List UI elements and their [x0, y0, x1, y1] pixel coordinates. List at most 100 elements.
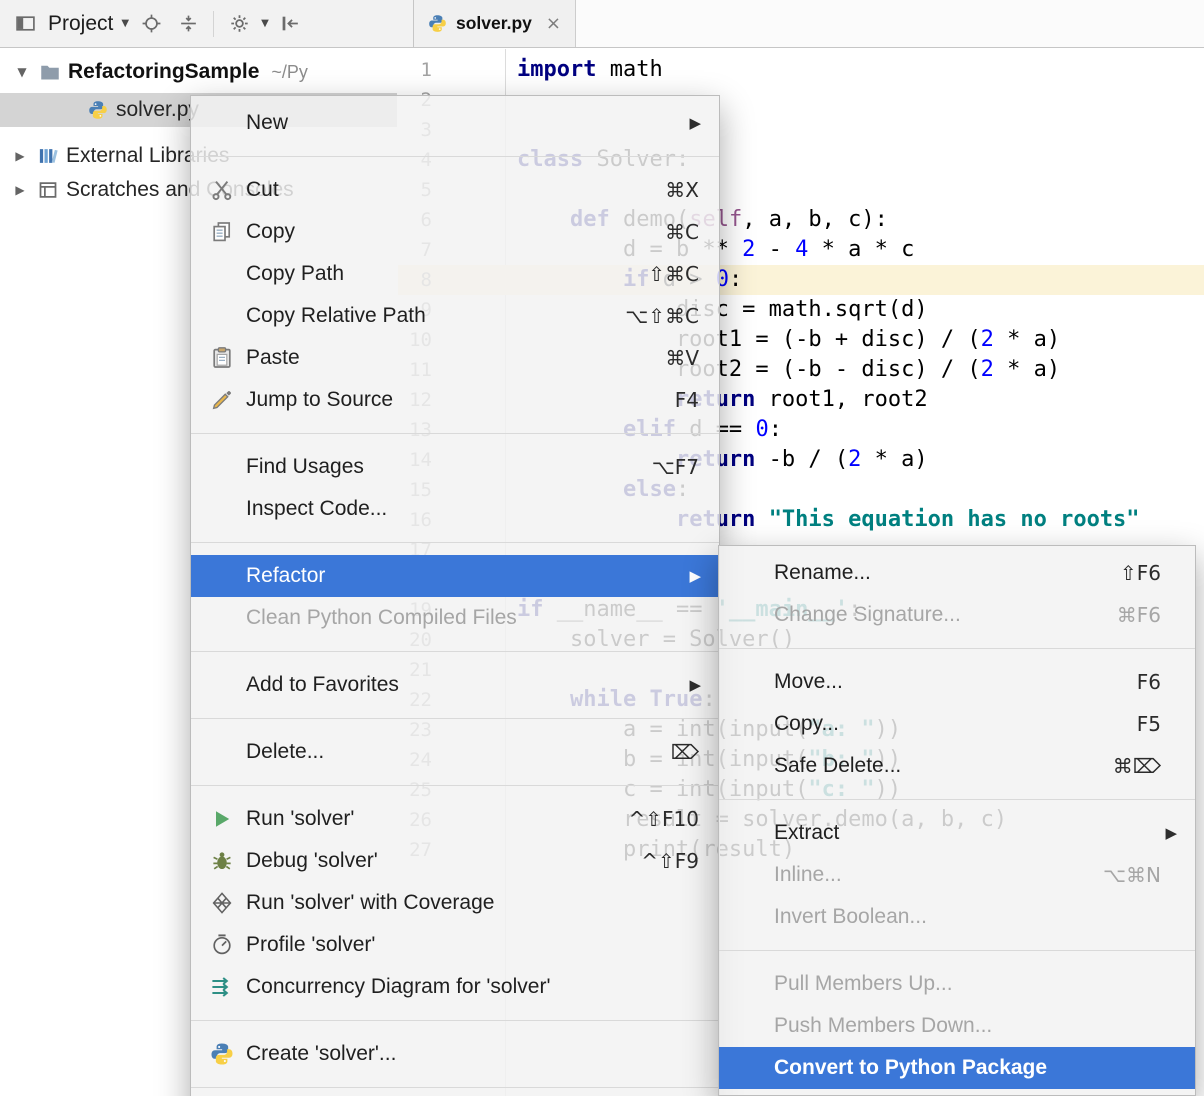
- tab-close-icon[interactable]: ×: [546, 15, 561, 33]
- menu-item-inline[interactable]: Inline...⌥⌘N: [719, 854, 1195, 896]
- code-token: math: [596, 57, 662, 82]
- icon-spacer: [209, 672, 235, 698]
- menu-item-shortcut: ⇧⌘C: [648, 262, 719, 286]
- menu-item-create-solver[interactable]: Create 'solver'...: [191, 1033, 719, 1075]
- concurrency-icon: [209, 974, 235, 1000]
- code-token: 2: [981, 327, 994, 352]
- profile-icon: [209, 932, 235, 958]
- menu-item-copy-relative-path[interactable]: Copy Relative Path ⌥⇧⌘C: [191, 295, 719, 337]
- menu-item-label: Cut: [246, 178, 279, 202]
- menu-item-jump-to-source[interactable]: Jump to SourceF4: [191, 379, 719, 421]
- menu-item-inspect-code[interactable]: Inspect Code...: [191, 488, 719, 530]
- menu-item-change-signature[interactable]: Change Signature...⌘F6: [719, 594, 1195, 636]
- menu-item-new[interactable]: New▶: [191, 102, 719, 144]
- chevron-collapsed-icon[interactable]: ▶: [10, 149, 30, 163]
- code-token: * a): [994, 327, 1060, 352]
- menu-item-shortcut: ⌥⌘N: [1103, 863, 1195, 887]
- menu-separator: [719, 950, 1195, 951]
- menu-item-label: Extract: [774, 821, 839, 845]
- pycharm-window: Project ▼ ▼ solver.py × ▼ RefactoringSam…: [0, 0, 1204, 1096]
- chevron-down-icon[interactable]: ▼: [261, 18, 269, 29]
- locate-file-icon[interactable]: [136, 9, 166, 39]
- code-token: 4: [795, 237, 808, 262]
- collapse-all-icon[interactable]: [173, 9, 203, 39]
- menu-item-shortcut: ^⇧F10: [629, 807, 719, 831]
- menu-item-copy[interactable]: Copy⌘C: [191, 211, 719, 253]
- menu-item-shortcut: ^⇧F9: [641, 849, 719, 873]
- menu-item-shortcut: ⌥⇧⌘C: [625, 304, 719, 328]
- menu-item-move[interactable]: Move...F6: [719, 661, 1195, 703]
- code-token: 2: [981, 357, 994, 382]
- menu-item-paste[interactable]: Paste⌘V: [191, 337, 719, 379]
- icon-spacer: [209, 563, 235, 589]
- menu-item-label: Debug 'solver': [246, 849, 378, 873]
- menu-item-label: Clean Python Compiled Files: [246, 606, 517, 630]
- python-icon: [209, 1041, 235, 1067]
- code-text: import math: [517, 55, 663, 85]
- code-token: * a * c: [808, 237, 914, 262]
- menu-item-clean-python-compiled-files[interactable]: Clean Python Compiled Files: [191, 597, 719, 639]
- menu-separator: [191, 1087, 719, 1088]
- menu-item-shortcut: ⌘F6: [1117, 603, 1195, 627]
- menu-item-label: Profile 'solver': [246, 933, 375, 957]
- icon-spacer: [737, 669, 763, 695]
- refactor-submenu: Rename...⇧F6Change Signature...⌘F6 Move..…: [718, 545, 1196, 1096]
- project-tool-window-icon[interactable]: [10, 9, 40, 39]
- menu-item-push-members-down[interactable]: Push Members Down...: [719, 1005, 1195, 1047]
- menu-item-label: Create 'solver'...: [246, 1042, 396, 1066]
- icon-spacer: [737, 1013, 763, 1039]
- chevron-expanded-icon[interactable]: ▼: [12, 65, 32, 79]
- menu-item-shortcut: ⇧F6: [1120, 561, 1195, 585]
- menu-item-shortcut: F4: [675, 388, 719, 412]
- menu-item-rename[interactable]: Rename...⇧F6: [719, 552, 1195, 594]
- tab-label: solver.py: [456, 13, 532, 34]
- tree-root-refactoringsample[interactable]: ▼ RefactoringSample ~/Py: [0, 55, 397, 89]
- project-view-selector[interactable]: Project: [48, 12, 113, 36]
- menu-item-copy-path[interactable]: Copy Path⇧⌘C: [191, 253, 719, 295]
- chevron-down-icon[interactable]: ▼: [121, 18, 129, 29]
- icon-spacer: [737, 971, 763, 997]
- menu-item-refactor[interactable]: Refactor ▶: [191, 555, 719, 597]
- menu-item-shortcut: ⌘V: [665, 346, 719, 370]
- menu-item-safe-delete[interactable]: Safe Delete...⌘⌦: [719, 745, 1195, 787]
- menu-item-label: Move...: [774, 670, 843, 694]
- icon-spacer: [737, 711, 763, 737]
- tab-solver-py[interactable]: solver.py ×: [414, 0, 576, 47]
- menu-item-label: Refactor: [246, 564, 325, 588]
- chevron-collapsed-icon[interactable]: ▶: [10, 183, 30, 197]
- submenu-arrow-icon: ▶: [689, 567, 719, 585]
- menu-item-cut[interactable]: Cut⌘X: [191, 169, 719, 211]
- menu-item-run-solver[interactable]: Run 'solver'^⇧F10: [191, 798, 719, 840]
- code-token: * a): [994, 357, 1060, 382]
- menu-item-concurrency-diagram-for-solver[interactable]: Concurrency Diagram for 'solver': [191, 966, 719, 1008]
- code-token: [755, 507, 768, 532]
- settings-gear-icon[interactable]: [224, 9, 254, 39]
- menu-item-convert-to-python-package[interactable]: Convert to Python Package: [719, 1047, 1195, 1089]
- menu-item-label: Convert to Python Package: [774, 1056, 1047, 1080]
- menu-item-invert-boolean[interactable]: Invert Boolean...: [719, 896, 1195, 938]
- menu-item-find-usages[interactable]: Find Usages⌥F7: [191, 446, 719, 488]
- menu-item-profile-solver[interactable]: Profile 'solver': [191, 924, 719, 966]
- libraries-icon: [38, 146, 58, 166]
- menu-item-pull-members-up[interactable]: Pull Members Up...: [719, 963, 1195, 1005]
- line-number[interactable]: 1: [398, 55, 432, 85]
- menu-item-run-solver-with-coverage[interactable]: Run 'solver' with Coverage: [191, 882, 719, 924]
- menu-separator: [191, 718, 719, 719]
- menu-item-label: Copy Relative Path: [246, 304, 426, 328]
- menu-item-delete[interactable]: Delete...⌦: [191, 731, 719, 773]
- menu-item-shortcut: ⌘C: [665, 220, 719, 244]
- python-file-icon: [428, 14, 447, 33]
- icon-spacer: [737, 753, 763, 779]
- menu-item-label: Pull Members Up...: [774, 972, 953, 996]
- icon-spacer: [209, 110, 235, 136]
- menu-separator: [191, 1020, 719, 1021]
- code-line-1[interactable]: 1 import math: [398, 55, 1204, 85]
- header: Project ▼ ▼ solver.py ×: [0, 0, 1204, 48]
- icon-spacer: [737, 862, 763, 888]
- menu-item-copy[interactable]: Copy...F5: [719, 703, 1195, 745]
- menu-item-extract[interactable]: Extract ▶: [719, 812, 1195, 854]
- hide-panel-icon[interactable]: [276, 9, 306, 39]
- menu-item-debug-solver[interactable]: Debug 'solver' ^⇧F9: [191, 840, 719, 882]
- submenu-arrow-icon: ▶: [1165, 824, 1195, 842]
- menu-item-add-to-favorites[interactable]: Add to Favorites▶: [191, 664, 719, 706]
